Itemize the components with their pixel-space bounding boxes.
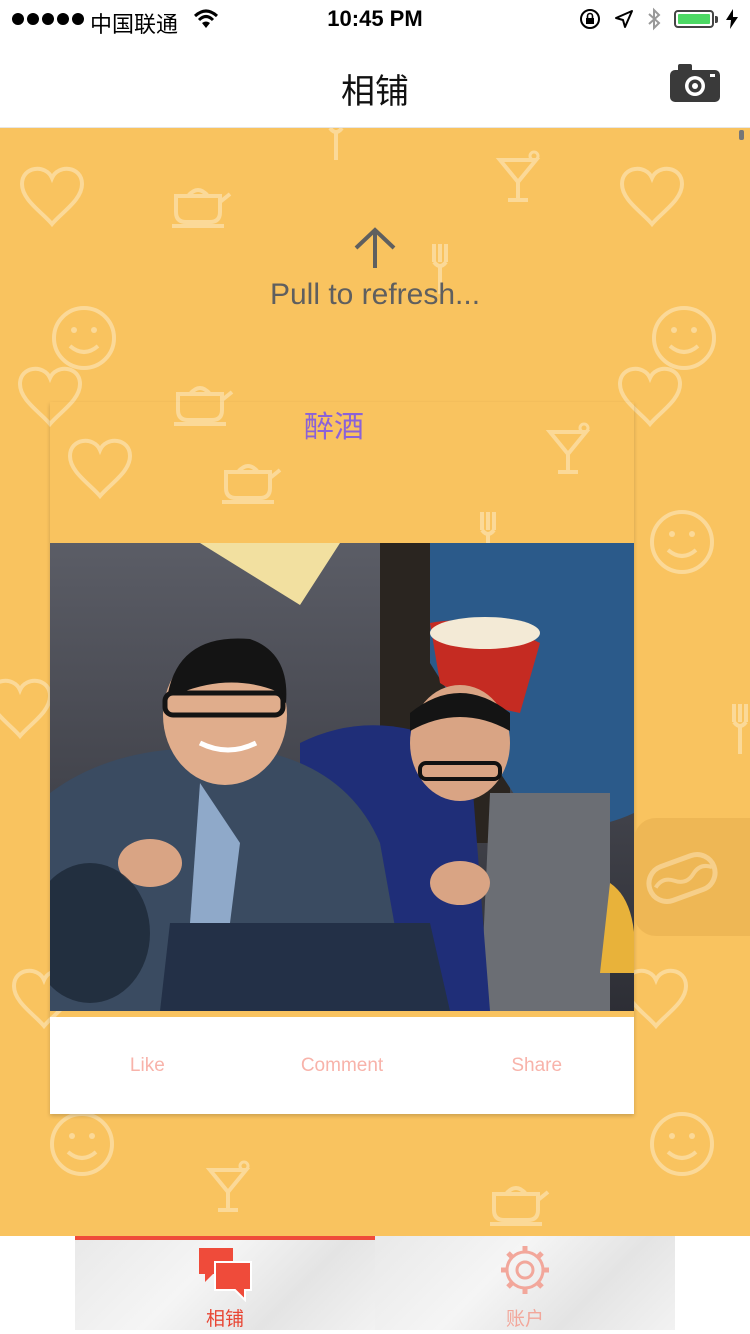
- status-indicators: [578, 7, 738, 31]
- tab-feed-label: 相铺: [205, 1309, 244, 1330]
- tab-account[interactable]: 账户: [375, 1236, 675, 1330]
- status-bar: 中国联通 10:45 PM: [0, 0, 750, 40]
- post-title: 醉酒: [304, 411, 364, 444]
- battery-icon: [674, 10, 718, 28]
- orientation-lock-icon: [580, 9, 600, 29]
- scroll-indicator: [739, 130, 744, 140]
- like-button[interactable]: Like: [50, 1017, 245, 1114]
- pull-to-refresh-label: Pull to refresh...: [269, 278, 481, 311]
- photo-image: [50, 543, 634, 1011]
- floating-food-button[interactable]: [634, 818, 750, 936]
- comment-button[interactable]: Comment: [245, 1017, 440, 1114]
- arrow-up-icon: [354, 227, 396, 268]
- tab-feed[interactable]: 相铺: [75, 1236, 375, 1330]
- post-card[interactable]: 醉酒 Like Comment Share: [50, 402, 634, 1114]
- tab-bar: 相铺 账户: [0, 1236, 750, 1334]
- camera-icon[interactable]: [670, 64, 720, 102]
- feed-area[interactable]: Pull to refresh... 醉酒 Like Comment Share: [0, 128, 750, 1236]
- chat-bubbles-icon: [199, 1248, 252, 1302]
- post-photo[interactable]: [50, 543, 634, 1011]
- post-header: 醉酒: [50, 402, 634, 543]
- share-button[interactable]: Share: [439, 1017, 634, 1114]
- hotdog-icon: [646, 852, 718, 904]
- charging-icon: [726, 9, 738, 29]
- location-icon: [615, 10, 633, 28]
- gear-icon: [501, 1246, 549, 1294]
- app-screen: 中国联通 10:45 PM 相铺 Pull to refresh... 醉酒 L…: [0, 0, 750, 1334]
- page-title: 相铺: [341, 73, 409, 111]
- post-actions: Like Comment Share: [50, 1017, 634, 1114]
- tab-account-label: 账户: [505, 1309, 544, 1330]
- navigation-bar: 相铺: [0, 40, 750, 128]
- bluetooth-icon: [648, 7, 661, 31]
